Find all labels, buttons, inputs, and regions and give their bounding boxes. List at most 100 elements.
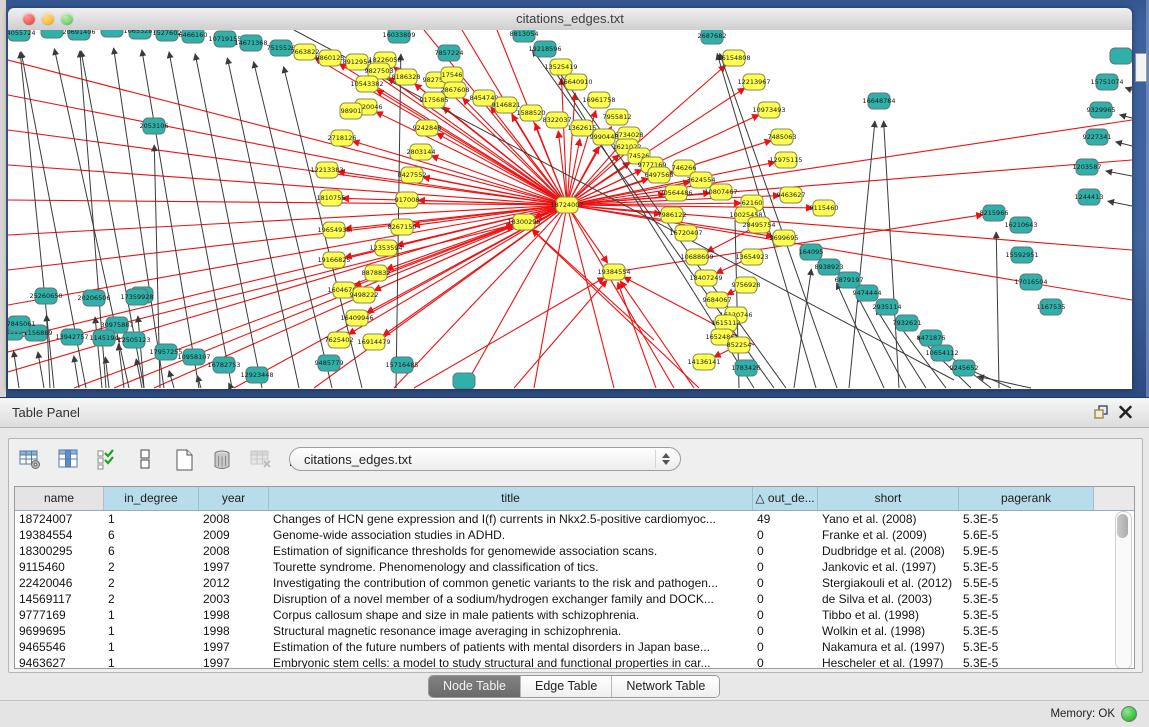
network-canvas[interactable]: 1405572420691406106532871527602646616010… <box>8 30 1132 389</box>
table-cell[interactable]: 2 <box>104 559 199 575</box>
table-cell[interactable]: 2009 <box>199 527 269 543</box>
table-cell[interactable]: Structural magnetic resonance image aver… <box>269 623 753 639</box>
table-cell[interactable]: 9699695 <box>15 623 104 639</box>
table-cell[interactable]: 0 <box>753 591 818 607</box>
memory-status-indicator[interactable] <box>1121 706 1137 722</box>
table-row[interactable]: 977716911998Corpus callosum shape and si… <box>15 607 1134 623</box>
table-cell[interactable]: Tibbo et al. (1998) <box>818 607 959 623</box>
table-cell[interactable]: 1997 <box>199 559 269 575</box>
table-cell[interactable]: 1997 <box>199 655 269 669</box>
column-header-short[interactable]: short <box>818 487 959 510</box>
graph-node-teal[interactable] <box>41 30 63 38</box>
table-cell[interactable]: Yano et al. (2008) <box>818 511 959 527</box>
tab-edge-table[interactable]: Edge Table <box>521 676 612 697</box>
table-row[interactable]: 1830029562008Estimation of significance … <box>15 543 1134 559</box>
graph-node-teal[interactable] <box>1110 48 1132 64</box>
table-cell[interactable]: 1998 <box>199 623 269 639</box>
table-cell[interactable]: 2003 <box>199 591 269 607</box>
table-cell[interactable]: 0 <box>753 655 818 669</box>
table-row[interactable]: 2242004622012Investigating the contribut… <box>15 575 1134 591</box>
table-vertical-scrollbar[interactable] <box>1115 511 1132 669</box>
tab-network-table[interactable]: Network Table <box>612 676 719 697</box>
table-cell[interactable]: 49 <box>753 511 818 527</box>
table-cell[interactable]: 5.3E-5 <box>959 607 1094 623</box>
table-mode-button[interactable] <box>15 443 45 475</box>
scrollbar-thumb[interactable] <box>1117 514 1128 538</box>
table-cell[interactable]: 2 <box>104 591 199 607</box>
column-visibility-button[interactable] <box>53 443 83 475</box>
table-cell[interactable]: Wolkin et al. (1998) <box>818 623 959 639</box>
table-cell[interactable]: 2 <box>104 575 199 591</box>
column-header-out_de[interactable]: △ out_de... <box>753 487 818 510</box>
table-cell[interactable]: 1 <box>104 639 199 655</box>
window-titlebar[interactable]: citations_edges.txt <box>8 8 1132 31</box>
node-attribute-table[interactable]: namein_degreeyeartitle△ out_de...shortpa… <box>14 486 1135 669</box>
table-cell[interactable]: 0 <box>753 543 818 559</box>
new-column-button[interactable] <box>169 443 199 475</box>
table-row[interactable]: 1938455462009Genome-wide association stu… <box>15 527 1134 543</box>
table-cell[interactable]: 1 <box>104 607 199 623</box>
table-row[interactable]: 946362711997Embryonic stem cells: a mode… <box>15 655 1134 669</box>
graph-node-teal[interactable] <box>453 373 475 389</box>
table-cell[interactable]: 2012 <box>199 575 269 591</box>
table-cell[interactable]: 9115460 <box>15 559 104 575</box>
table-cell[interactable]: 9465546 <box>15 639 104 655</box>
table-cell[interactable]: 5.5E-5 <box>959 575 1094 591</box>
table-cell[interactable]: 18300295 <box>15 543 104 559</box>
column-header-pagerank[interactable]: pagerank <box>959 487 1094 510</box>
table-cell[interactable]: 0 <box>753 575 818 591</box>
table-cell[interactable]: 5.3E-5 <box>959 559 1094 575</box>
table-cell[interactable]: 18724007 <box>15 511 104 527</box>
table-cell[interactable]: Estimation of the future numbers of pati… <box>269 639 753 655</box>
table-cell[interactable]: 0 <box>753 607 818 623</box>
table-row[interactable]: 1872400712008Changes of HCN gene express… <box>15 511 1134 527</box>
table-cell[interactable]: Investigating the contribution of common… <box>269 575 753 591</box>
table-cell[interactable]: Embryonic stem cells: a model to study s… <box>269 655 753 669</box>
graph-node-teal[interactable] <box>101 30 123 37</box>
table-cell[interactable]: Genome-wide association studies in ADHD. <box>269 527 753 543</box>
table-cell[interactable]: 14569117 <box>15 591 104 607</box>
table-cell[interactable]: 22420046 <box>15 575 104 591</box>
table-cell[interactable]: Corpus callosum shape and size in male p… <box>269 607 753 623</box>
table-cell[interactable]: 6 <box>104 527 199 543</box>
tab-node-table[interactable]: Node Table <box>429 676 521 697</box>
table-cell[interactable]: 1998 <box>199 607 269 623</box>
table-cell[interactable]: 0 <box>753 623 818 639</box>
column-header-title[interactable]: title <box>269 487 753 510</box>
table-cell[interactable]: 1997 <box>199 639 269 655</box>
table-cell[interactable]: 1 <box>104 655 199 669</box>
table-cell[interactable]: 0 <box>753 527 818 543</box>
table-cell[interactable]: Changes of HCN gene expression and I(f) … <box>269 511 753 527</box>
table-cell[interactable]: Tourette syndrome. Phenomenology and cla… <box>269 559 753 575</box>
table-cell[interactable]: 2008 <box>199 543 269 559</box>
table-cell[interactable]: 6 <box>104 543 199 559</box>
close-panel-icon[interactable] <box>1118 404 1133 420</box>
table-select-combobox[interactable]: citations_edges.txt <box>289 447 681 471</box>
table-cell[interactable]: Jankovic et al. (1997) <box>818 559 959 575</box>
table-cell[interactable]: 5.3E-5 <box>959 511 1094 527</box>
table-cell[interactable]: Nakamura et al. (1997) <box>818 639 959 655</box>
row-mode-button[interactable] <box>130 443 160 475</box>
table-cell[interactable]: 5.3E-5 <box>959 655 1094 669</box>
table-cell[interactable]: 5.6E-5 <box>959 527 1094 543</box>
table-cell[interactable]: 5.3E-5 <box>959 623 1094 639</box>
table-cell[interactable]: de Silva et al. (2003) <box>818 591 959 607</box>
table-cell[interactable]: Estimation of significance thresholds fo… <box>269 543 753 559</box>
table-cell[interactable]: 1 <box>104 623 199 639</box>
column-header-year[interactable]: year <box>199 487 269 510</box>
table-cell[interactable]: 9463627 <box>15 655 104 669</box>
table-row[interactable]: 946554611997Estimation of the future num… <box>15 639 1134 655</box>
column-select-button[interactable] <box>92 443 122 475</box>
table-cell[interactable]: Dudbridge et al. (2008) <box>818 543 959 559</box>
table-cell[interactable]: Disruption of a novel member of a sodium… <box>269 591 753 607</box>
table-cell[interactable]: 0 <box>753 639 818 655</box>
table-cell[interactable]: 1 <box>104 511 199 527</box>
table-row[interactable]: 911546021997Tourette syndrome. Phenomeno… <box>15 559 1134 575</box>
table-cell[interactable]: 9777169 <box>15 607 104 623</box>
table-cell[interactable]: 5.3E-5 <box>959 639 1094 655</box>
delete-column-button[interactable] <box>207 443 237 475</box>
table-cell[interactable]: 5.9E-5 <box>959 543 1094 559</box>
table-cell[interactable]: 2008 <box>199 511 269 527</box>
table-cell[interactable]: 0 <box>753 559 818 575</box>
table-cell[interactable]: Hescheler et al. (1997) <box>818 655 959 669</box>
